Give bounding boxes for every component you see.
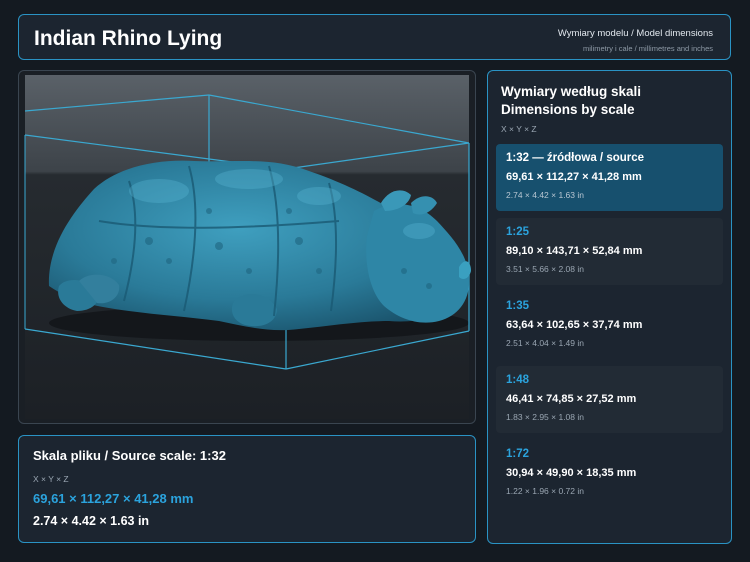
scale-card-1-32[interactable]: 1:32 — źródłowa / source 69,61 × 112,27 … <box>496 144 723 211</box>
scale-dimensions-in: 1.83 × 2.95 × 1.08 in <box>506 412 584 422</box>
source-dimensions-in: 2.74 × 4.42 × 1.63 in <box>33 514 150 528</box>
scale-dimensions-in: 2.51 × 4.04 × 1.49 in <box>506 338 584 348</box>
scales-title-pl: Wymiary według skali <box>501 84 642 99</box>
scale-card-1-48[interactable]: 1:48 46,41 × 74,85 × 27,52 mm 1.83 × 2.9… <box>496 366 723 433</box>
source-axes-label: X × Y × Z <box>33 474 69 484</box>
scales-panel: Wymiary według skali Dimensions by scale… <box>487 70 732 544</box>
scale-card-1-72[interactable]: 1:72 30,94 × 49,90 × 18,35 mm 1.22 × 1.9… <box>496 440 723 507</box>
scale-dimensions-mm: 30,94 × 49,90 × 18,35 mm <box>506 467 637 479</box>
scale-card-1-35[interactable]: 1:35 63,64 × 102,65 × 37,74 mm 2.51 × 4.… <box>496 292 723 359</box>
scale-dimensions-mm: 46,41 × 74,85 × 27,52 mm <box>506 393 637 405</box>
source-scale-panel: Skala pliku / Source scale: 1:32 X × Y ×… <box>18 435 476 543</box>
page-title: Indian Rhino Lying <box>34 27 223 50</box>
scale-card-1-25[interactable]: 1:25 89,10 × 143,71 × 52,84 mm 3.51 × 5.… <box>496 218 723 285</box>
scales-axes-label: X × Y × Z <box>501 124 537 134</box>
scale-dimensions-in: 2.74 × 4.42 × 1.63 in <box>506 190 584 200</box>
scale-label: 1:32 — źródłowa / source <box>506 152 645 164</box>
scale-label: 1:72 <box>506 448 530 460</box>
scale-dimensions-mm: 89,10 × 143,71 × 52,84 mm <box>506 245 643 257</box>
model-viewport[interactable] <box>18 70 476 424</box>
model-render <box>24 75 471 419</box>
header-units-note: milimetry i cale / millimetres and inche… <box>582 44 713 53</box>
source-dimensions-mm: 69,61 × 112,27 × 41,28 mm <box>33 491 194 506</box>
scale-label: 1:25 <box>506 226 530 238</box>
source-scale-title: Skala pliku / Source scale: 1:32 <box>33 448 226 463</box>
scale-dimensions-in: 3.51 × 5.66 × 2.08 in <box>506 264 584 274</box>
header-subtitle: Wymiary modelu / Model dimensions <box>557 28 713 39</box>
scale-dimensions-mm: 69,61 × 112,27 × 41,28 mm <box>506 171 642 183</box>
scale-dimensions-mm: 63,64 × 102,65 × 37,74 mm <box>506 319 643 331</box>
header-bar: Indian Rhino Lying Wymiary modelu / Mode… <box>18 14 731 60</box>
scale-dimensions-in: 1.22 × 1.96 × 0.72 in <box>506 486 584 496</box>
scales-title-en: Dimensions by scale <box>501 102 635 117</box>
scale-label: 1:35 <box>506 300 530 312</box>
scale-label: 1:48 <box>506 374 530 386</box>
